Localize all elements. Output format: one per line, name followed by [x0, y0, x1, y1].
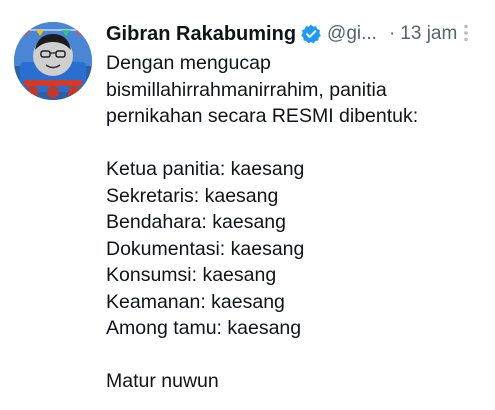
- tweet-text: Dengan mengucap bismillahirrahmanirrahim…: [106, 50, 486, 395]
- tweet-line: Among tamu: kaesang: [106, 317, 302, 339]
- tweet-line: Bendahara: kaesang: [106, 211, 286, 233]
- more-options-icon[interactable]: [463, 24, 469, 42]
- tweet-line: Dokumentasi: kaesang: [106, 237, 305, 260]
- display-name[interactable]: Gibran Rakabuming: [106, 23, 296, 46]
- tweet-line: Konsumsi: kaesang: [106, 264, 277, 286]
- tweet[interactable]: Gibran Rakabuming @gi... · 13 jam Dengan…: [0, 0, 495, 410]
- tweet-line: Sekretaris: kaesang: [106, 184, 279, 207]
- user-handle[interactable]: @gi...: [327, 23, 377, 45]
- profile-avatar[interactable]: [14, 22, 92, 100]
- tweet-line: Matur nuwun: [106, 370, 219, 392]
- tweet-header: Gibran Rakabuming @gi... · 13 jam: [106, 20, 486, 48]
- tweet-line: Ketua panitia: kaesang: [106, 158, 305, 180]
- tweet-line: Keamanan: kaesang: [106, 290, 285, 313]
- tweet-line: pernikahan secara RESMI dibentuk:: [106, 105, 419, 127]
- separator-dot: ·: [388, 23, 396, 44]
- verified-badge-icon: [301, 24, 321, 44]
- tweet-line: bismillahirrahmanirrahim, panitia: [106, 78, 387, 101]
- tweet-timestamp[interactable]: 13 jam: [400, 23, 457, 45]
- tweet-line: Dengan mengucap: [106, 52, 271, 74]
